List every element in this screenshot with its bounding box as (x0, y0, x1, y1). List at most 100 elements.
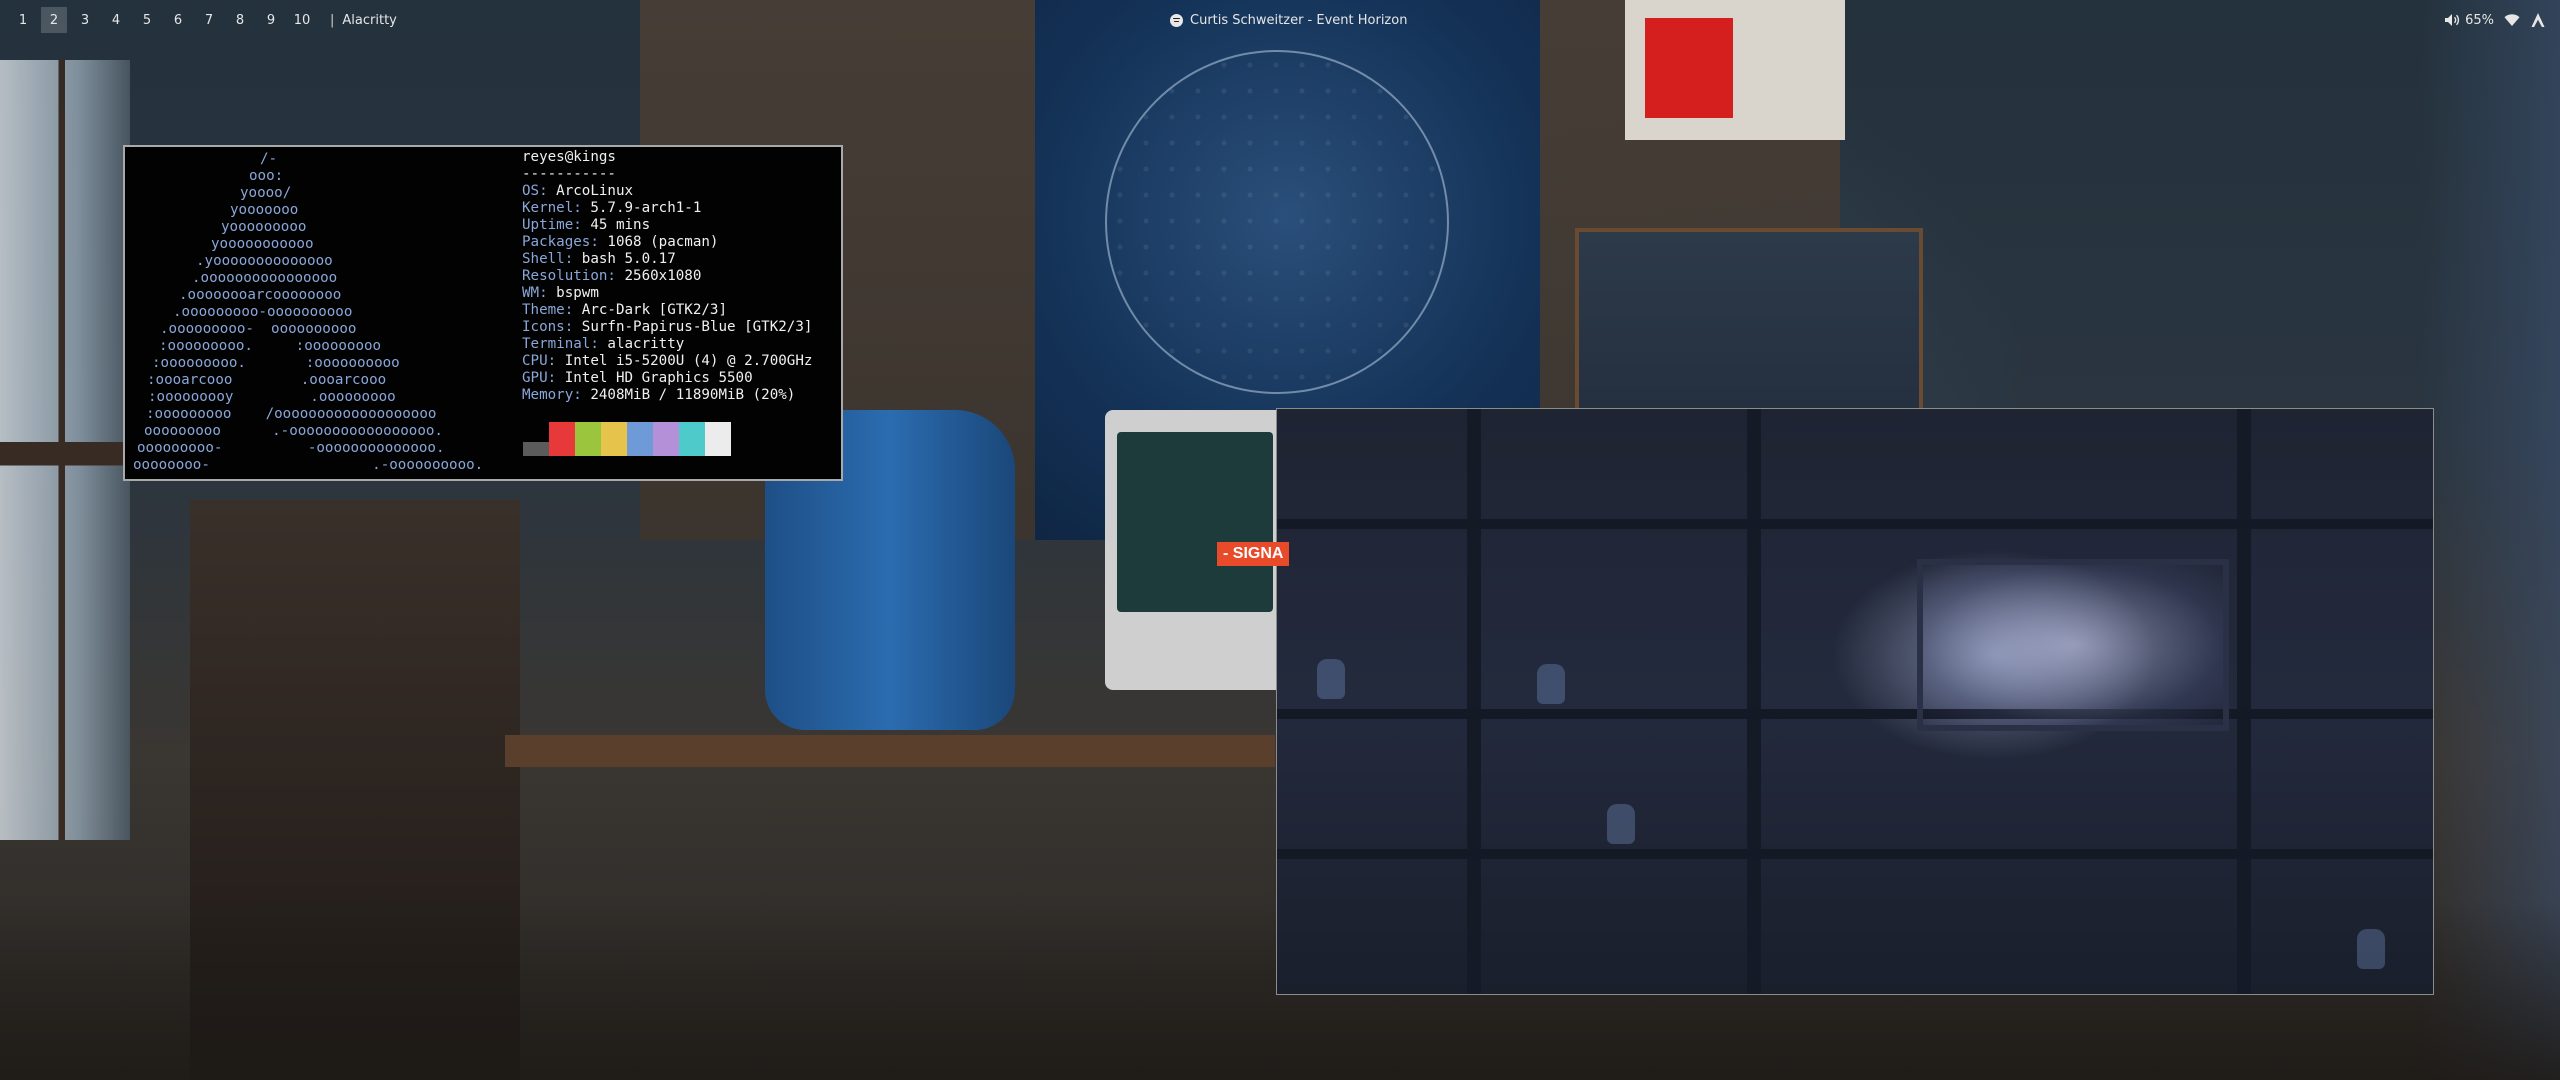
info-value: ArcoLinux (547, 183, 634, 199)
info-divider: ----------- (522, 166, 616, 182)
info-value: 45 mins (581, 217, 651, 233)
wallpaper-retro-monitor: - SIGNA (1105, 410, 1290, 690)
color-palette (523, 422, 731, 456)
logo-line: ooo: (249, 168, 284, 184)
palette-swatch (601, 422, 627, 456)
volume-icon (2445, 14, 2460, 26)
workspace-8[interactable]: 8 (227, 7, 253, 33)
info-row: Packages: 1068 (pacman) (522, 234, 812, 251)
jar (1317, 659, 1345, 699)
workspace-5[interactable]: 5 (134, 7, 160, 33)
wallpaper-modular-synth (1575, 228, 1923, 416)
system-tray: 65% (2444, 0, 2546, 40)
spotify-icon (1170, 13, 1183, 27)
info-label: Uptime: (522, 217, 582, 233)
info-label: WM: (522, 285, 548, 301)
info-label: Shell: (522, 251, 574, 267)
jar (1607, 804, 1635, 844)
info-row: Resolution: 2560x1080 (522, 268, 812, 285)
info-label: Resolution: (522, 268, 616, 284)
info-label: Memory: (522, 387, 582, 403)
workspace-10[interactable]: 10 (289, 7, 315, 33)
shelf-board (1277, 709, 2433, 719)
jar (1537, 664, 1565, 704)
workspace-list: 1 2 3 4 5 6 7 8 9 10 (10, 0, 320, 40)
logo-line: .ooooooooo- oooooooooo (160, 321, 357, 337)
workspace-9[interactable]: 9 (258, 7, 284, 33)
top-bar: 1 2 3 4 5 6 7 8 9 10 | Alacritty Curtis Schweitze… (0, 0, 2560, 40)
logo-line: :ooooooooo /ooooooooooooooooooo (146, 406, 437, 422)
shelf-board (1277, 849, 2433, 859)
volume-module[interactable]: 65% (2444, 13, 2494, 28)
logo-line: yooooooooo (221, 219, 307, 235)
logo-line: yooooooooooo (211, 236, 314, 252)
info-row: OS: ArcoLinux (522, 183, 812, 200)
user-host: reyes@kings (522, 149, 616, 165)
volume-level: 65% (2465, 12, 2494, 28)
info-value: Intel HD Graphics 5500 (556, 370, 753, 386)
logo-line: :ooooooooo. :ooooooooo (159, 338, 382, 354)
workspace-6[interactable]: 6 (165, 7, 191, 33)
logo-line: yooooooo (230, 202, 299, 218)
wallpaper-window (0, 60, 130, 840)
shelf-post (1467, 409, 1481, 994)
info-value: alacritty (598, 336, 685, 352)
logo-line: .yoooooooooooooo (196, 253, 333, 269)
workspace-1[interactable]: 1 (10, 7, 36, 33)
palette-swatch (679, 422, 705, 456)
info-value: 2560x1080 (615, 268, 702, 284)
info-row: Shell: bash 5.0.17 (522, 251, 812, 268)
arch-logo-icon[interactable] (2530, 12, 2546, 28)
info-row: Icons: Surfn-Papirus-Blue [GTK2/3] (522, 319, 812, 336)
logo-line: :ooooooooy .ooooooooo (148, 389, 396, 405)
info-label: Theme: (522, 302, 574, 318)
workspace-3[interactable]: 3 (72, 7, 98, 33)
info-row: Kernel: 5.7.9-arch1-1 (522, 200, 812, 217)
palette-swatch (549, 422, 575, 456)
palette-swatch (523, 442, 549, 456)
jar (2357, 929, 2385, 969)
palette-swatch (653, 422, 679, 456)
logo-line: ooooooooo .-ooooooooooooooooo. (144, 423, 443, 439)
info-value: bash 5.0.17 (573, 251, 676, 267)
info-label: OS: (522, 183, 548, 199)
image-viewer-window[interactable] (1276, 408, 2434, 995)
info-row: Uptime: 45 mins (522, 217, 812, 234)
info-row: Memory: 2408MiB / 11890MiB (20%) (522, 387, 812, 404)
logo-line: ooooooooo- -oooooooooooooo. (137, 440, 445, 456)
focused-window-title: Alacritty (342, 12, 397, 28)
logo-line: oooooooo- .-oooooooooo. (133, 457, 484, 473)
info-row: WM: bspwm (522, 285, 812, 302)
shelf-post (1747, 409, 1761, 994)
wallpaper-monitor-label: - SIGNA (1217, 542, 1290, 566)
info-value: bspwm (547, 285, 599, 301)
wallpaper-desk (505, 735, 1275, 767)
bar-separator: | (330, 12, 335, 28)
info-value: Intel i5-5200U (4) @ 2.700GHz (556, 353, 813, 369)
shelf-post (2237, 409, 2251, 994)
info-value: Surfn-Papirus-Blue [GTK2/3] (573, 319, 813, 335)
logo-line: :ooooooooo. :oooooooooo (152, 355, 400, 371)
info-row: CPU: Intel i5-5200U (4) @ 2.700GHz (522, 353, 812, 370)
info-label: Packages: (522, 234, 599, 250)
terminal-window[interactable]: /- ooo: yoooo/yooooooo yooooooooo yooooooooo… (123, 145, 843, 481)
logo-line: yoooo/ (240, 185, 292, 201)
media-player-module[interactable]: Curtis Schweitzer - Event Horizon (1170, 0, 1407, 40)
shelf-board (1277, 519, 2433, 529)
arcolinux-ascii-logo: /- ooo: yoooo/yooooooo yooooooooo yooooooooo… (133, 151, 483, 474)
workspace-4[interactable]: 4 (103, 7, 129, 33)
info-value: 5.7.9-arch1-1 (581, 200, 702, 216)
info-label: GPU: (522, 370, 557, 386)
logo-line: .ooooooooo-oooooooooo (173, 304, 353, 320)
info-row: Theme: Arc-Dark [GTK2/3] (522, 302, 812, 319)
workspace-2[interactable]: 2 (41, 7, 67, 33)
info-value: Arc-Dark [GTK2/3] (573, 302, 727, 318)
logo-line: .oooooooooooooooo (192, 270, 338, 286)
wifi-icon[interactable] (2504, 13, 2520, 27)
info-label: Terminal: (522, 336, 599, 352)
info-row: GPU: Intel HD Graphics 5500 (522, 370, 812, 387)
info-value: 2408MiB / 11890MiB (20%) (581, 387, 796, 403)
neofetch-info: reyes@kings ----------- OS: ArcoLinux Ker… (522, 149, 812, 404)
palette-swatch (575, 422, 601, 456)
workspace-7[interactable]: 7 (196, 7, 222, 33)
